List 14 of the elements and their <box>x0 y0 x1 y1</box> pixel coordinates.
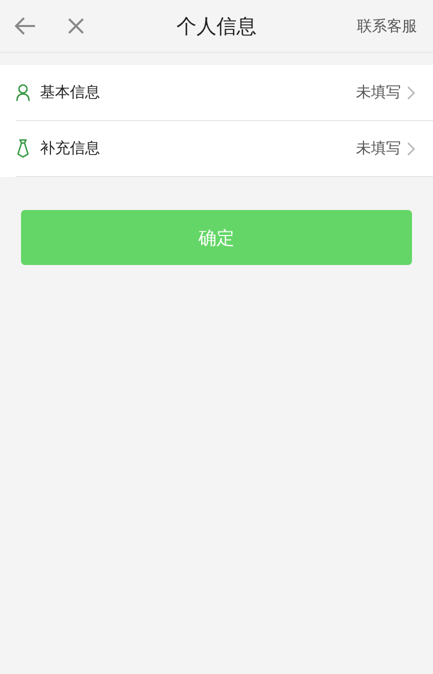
page-title: 个人信息 <box>176 12 256 40</box>
list-item[interactable]: 补充信息 未填写 <box>16 121 433 177</box>
chevron-right-icon <box>407 142 415 156</box>
contact-service-link[interactable]: 联系客服 <box>357 16 417 36</box>
tie-icon <box>16 139 30 158</box>
item-status: 未填写 <box>356 139 401 158</box>
close-icon[interactable] <box>68 18 84 34</box>
item-status: 未填写 <box>356 83 401 102</box>
item-label: 补充信息 <box>40 139 100 158</box>
list-item[interactable]: 基本信息 未填写 <box>16 65 433 121</box>
back-arrow-icon[interactable] <box>14 17 36 35</box>
item-label: 基本信息 <box>40 83 100 102</box>
person-icon <box>16 84 30 101</box>
chevron-right-icon <box>407 86 415 100</box>
